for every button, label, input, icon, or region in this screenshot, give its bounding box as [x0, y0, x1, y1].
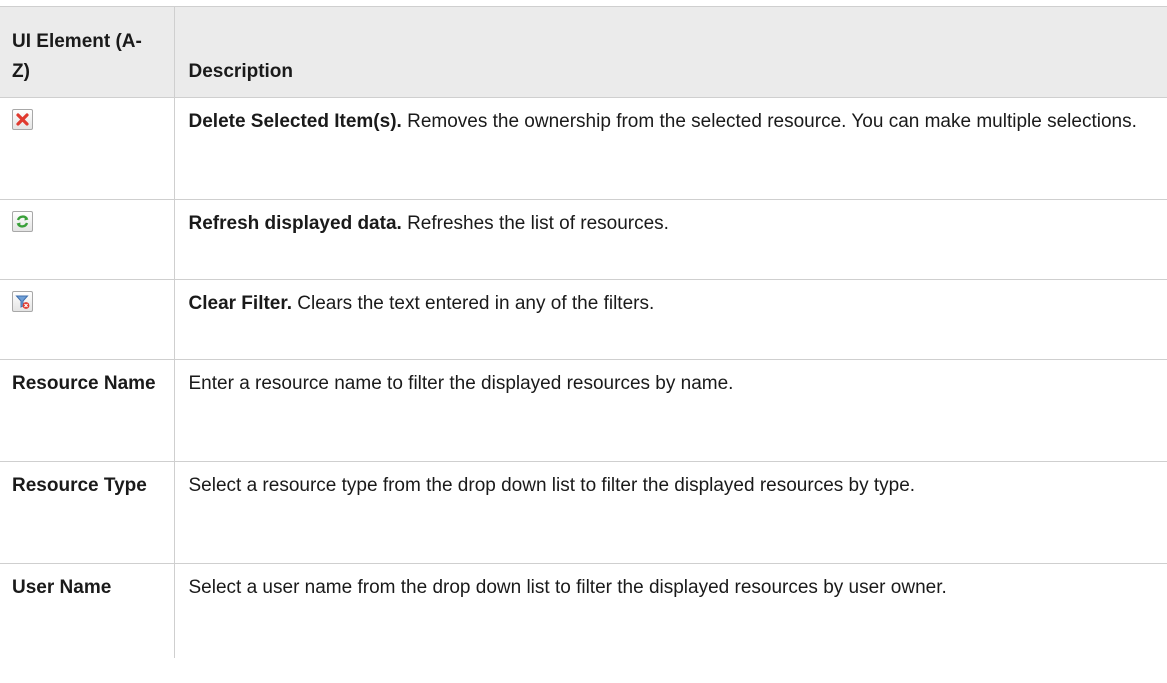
table-header-row: UI Element (A-Z) Description: [0, 6, 1167, 98]
table-row: Delete Selected Item(s). Removes the own…: [0, 97, 1167, 200]
table-row: Clear Filter. Clears the text entered in…: [0, 279, 1167, 360]
ui-element-label: Resource Name: [0, 359, 175, 462]
row-description: Clears the text entered in any of the fi…: [292, 293, 655, 314]
column-header-ui-element: UI Element (A-Z): [0, 6, 175, 98]
description-cell: Delete Selected Item(s). Removes the own…: [173, 97, 1167, 200]
row-description: Refreshes the list of resources.: [401, 213, 669, 234]
row-title: Refresh displayed data.: [188, 213, 402, 234]
ui-elements-table: UI Element (A-Z) Description Delete Sele…: [0, 6, 1167, 658]
row-description: Removes the ownership from the selected …: [401, 111, 1137, 132]
description-cell: Clear Filter. Clears the text entered in…: [173, 279, 1167, 360]
refresh-icon: [12, 211, 33, 233]
ui-element-cell: [0, 97, 175, 200]
row-description: Select a user name from the drop down li…: [173, 563, 1167, 658]
row-description: Enter a resource name to filter the disp…: [173, 359, 1167, 462]
table-row: Resource Type Select a resource type fro…: [0, 461, 1167, 564]
ui-element-cell: [0, 279, 175, 360]
delete-icon: [12, 109, 33, 131]
ui-element-label: Resource Type: [0, 461, 175, 564]
table-row: Refresh displayed data. Refreshes the li…: [0, 199, 1167, 280]
description-cell: Refresh displayed data. Refreshes the li…: [173, 199, 1167, 280]
row-title: Delete Selected Item(s).: [188, 111, 402, 132]
clear-filter-icon: [12, 291, 33, 313]
row-title: Clear Filter.: [188, 293, 293, 314]
column-header-description: Description: [173, 6, 1167, 98]
table-row: Resource Name Enter a resource name to f…: [0, 359, 1167, 462]
ui-element-label: User Name: [0, 563, 175, 658]
ui-element-cell: [0, 199, 175, 280]
row-description: Select a resource type from the drop dow…: [173, 461, 1167, 564]
table-row: User Name Select a user name from the dr…: [0, 563, 1167, 658]
